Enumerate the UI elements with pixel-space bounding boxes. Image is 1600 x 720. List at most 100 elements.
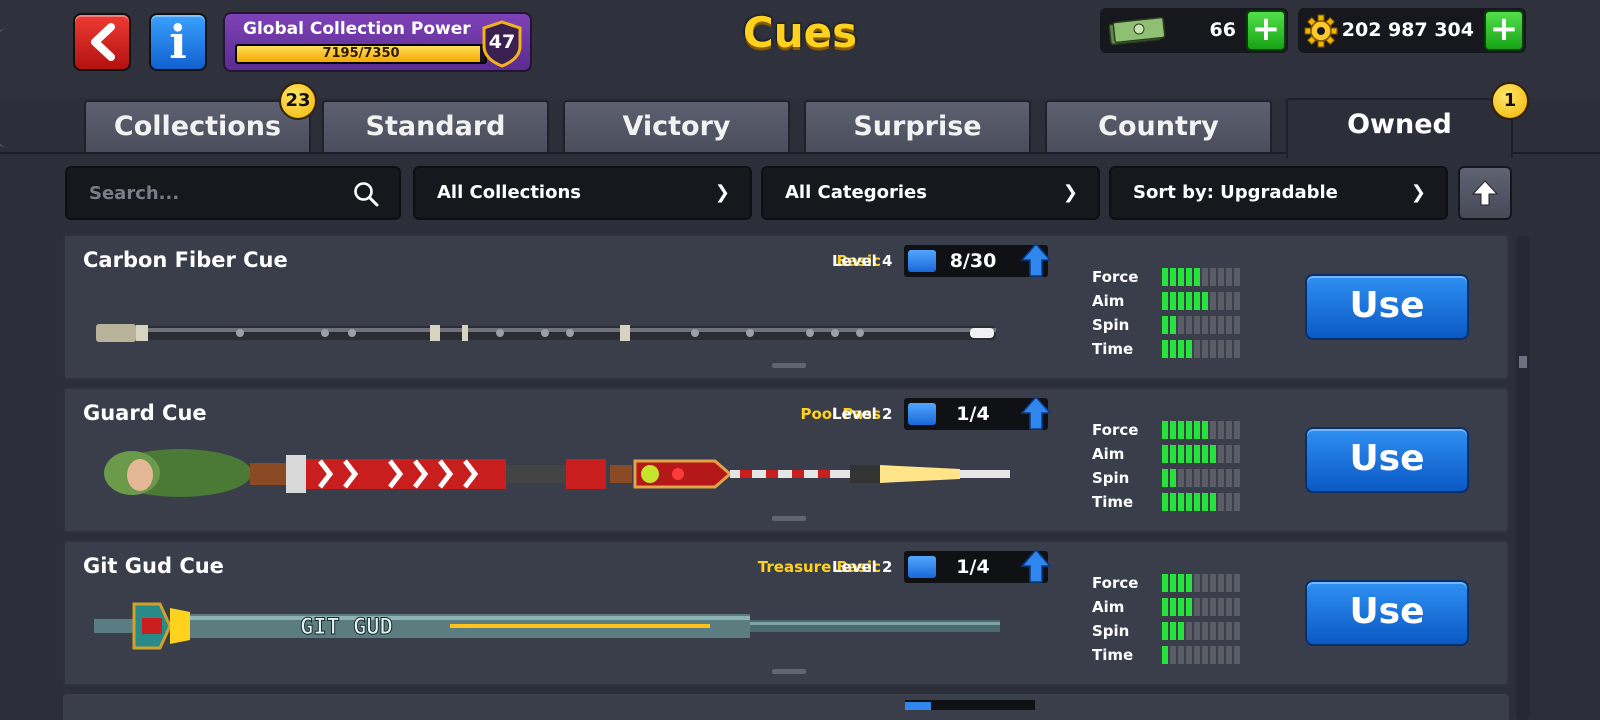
cue-level: Level 2 xyxy=(832,405,893,423)
cue-level: Level 2 xyxy=(832,558,893,576)
sort-dropdown[interactable]: Sort by: Upgradable ❯ xyxy=(1109,166,1448,220)
stat-segment xyxy=(1178,268,1184,286)
collections-dropdown[interactable]: All Collections ❯ xyxy=(413,166,752,220)
stat-force: Force xyxy=(1092,266,1292,288)
stat-segment xyxy=(1170,316,1176,334)
upgrade-arrow-icon[interactable] xyxy=(1020,548,1052,584)
cash-value: 66 xyxy=(1209,19,1236,41)
stat-segment xyxy=(1194,316,1200,334)
stat-segment xyxy=(1226,292,1232,310)
stat-segment xyxy=(1202,493,1208,511)
global-collection-power[interactable]: Global Collection Power 7195/7350 47 xyxy=(223,12,532,72)
stat-segment xyxy=(1210,268,1216,286)
stat-segment xyxy=(1234,421,1240,439)
stat-bar xyxy=(1162,340,1240,358)
stat-segment xyxy=(1210,598,1216,616)
stat-bar xyxy=(1162,316,1240,334)
stat-segment xyxy=(1178,598,1184,616)
stat-segment xyxy=(1178,316,1184,334)
stat-segment xyxy=(1202,268,1208,286)
drag-handle[interactable] xyxy=(772,363,806,368)
stat-aim: Aim xyxy=(1092,290,1292,312)
use-button[interactable]: Use xyxy=(1305,427,1469,493)
stat-bar xyxy=(1162,574,1240,592)
stat-segment xyxy=(1194,493,1200,511)
page-title: Cues xyxy=(742,8,858,57)
back-button[interactable] xyxy=(73,13,131,71)
stat-segment xyxy=(1226,493,1232,511)
stat-segment xyxy=(1202,421,1208,439)
stat-segment xyxy=(1226,340,1232,358)
cue-row: Guard Cue Pool Pass Level 2 1/4 Force Ai… xyxy=(63,387,1509,533)
stat-segment xyxy=(1178,445,1184,463)
power-level: 47 xyxy=(488,31,516,53)
upgrade-arrow-icon[interactable] xyxy=(1020,242,1052,278)
drag-handle[interactable] xyxy=(772,516,806,521)
stat-segment xyxy=(1234,445,1240,463)
carbon-fiber-cue-image xyxy=(96,324,996,342)
tab-surprise[interactable]: Surprise xyxy=(804,100,1031,152)
stat-segment xyxy=(1226,421,1232,439)
stat-segment xyxy=(1202,574,1208,592)
stat-segment xyxy=(1202,445,1208,463)
tab-country[interactable]: Country xyxy=(1045,100,1272,152)
add-cash-button[interactable]: + xyxy=(1246,10,1286,51)
stat-segment xyxy=(1178,574,1184,592)
info-button[interactable]: i xyxy=(149,13,207,71)
stat-segment xyxy=(1194,622,1200,640)
progress-cell xyxy=(908,556,936,578)
stat-segment xyxy=(1178,469,1184,487)
tab-victory[interactable]: Victory xyxy=(563,100,790,152)
stat-segment xyxy=(1186,493,1192,511)
search-icon[interactable] xyxy=(353,181,379,207)
stat-segment xyxy=(1186,469,1192,487)
top-bar: i Global Collection Power 7195/7350 47 C… xyxy=(0,0,1600,98)
upgrade-arrow-icon[interactable] xyxy=(1020,395,1052,431)
add-coins-button[interactable]: + xyxy=(1484,10,1524,51)
stat-segment xyxy=(1218,316,1224,334)
use-button[interactable]: Use xyxy=(1305,274,1469,340)
search-input[interactable] xyxy=(67,168,399,218)
stat-segment xyxy=(1162,340,1168,358)
stat-bar xyxy=(1162,469,1240,487)
gear-coin-icon xyxy=(1304,14,1338,48)
drag-handle[interactable] xyxy=(772,669,806,674)
progress-text: 1/4 xyxy=(956,403,990,425)
stat-segment xyxy=(1210,316,1216,334)
cue-name: Guard Cue xyxy=(83,401,207,425)
stat-segment xyxy=(1178,646,1184,664)
stat-segment xyxy=(1218,646,1224,664)
stat-segment xyxy=(1186,316,1192,334)
tab-standard[interactable]: Standard xyxy=(322,100,549,152)
scrollbar-thumb[interactable] xyxy=(1519,356,1527,368)
stat-segment xyxy=(1226,598,1232,616)
tab-owned[interactable]: Owned xyxy=(1286,98,1513,158)
stat-segment xyxy=(1170,646,1176,664)
stat-segment xyxy=(1194,598,1200,616)
stat-segment xyxy=(1218,445,1224,463)
stat-bar xyxy=(1162,598,1240,616)
use-button[interactable]: Use xyxy=(1305,580,1469,646)
stat-segment xyxy=(1162,421,1168,439)
power-progress-text: 7195/7350 xyxy=(322,46,400,61)
stat-segment xyxy=(1178,340,1184,358)
stat-bar xyxy=(1162,622,1240,640)
stat-segment xyxy=(1226,469,1232,487)
list-scrollbar[interactable] xyxy=(1516,236,1530,720)
stat-segment xyxy=(1170,622,1176,640)
stat-segment xyxy=(1234,316,1240,334)
sort-direction-button[interactable] xyxy=(1458,166,1512,220)
stat-segment xyxy=(1234,340,1240,358)
git-gud-cue-image: GIT GUD xyxy=(94,602,1000,650)
stat-segment xyxy=(1186,574,1192,592)
stat-segment xyxy=(1234,469,1240,487)
stat-segment xyxy=(1170,469,1176,487)
stat-segment xyxy=(1162,574,1168,592)
stat-bar xyxy=(1162,268,1240,286)
stat-segment xyxy=(1218,598,1224,616)
tab-collections[interactable]: Collections xyxy=(84,100,311,152)
stat-segment xyxy=(1210,493,1216,511)
category-tabs: Collections 23 Standard Victory Surprise… xyxy=(0,82,1600,158)
categories-dropdown[interactable]: All Categories ❯ xyxy=(761,166,1100,220)
stat-segment xyxy=(1234,646,1240,664)
